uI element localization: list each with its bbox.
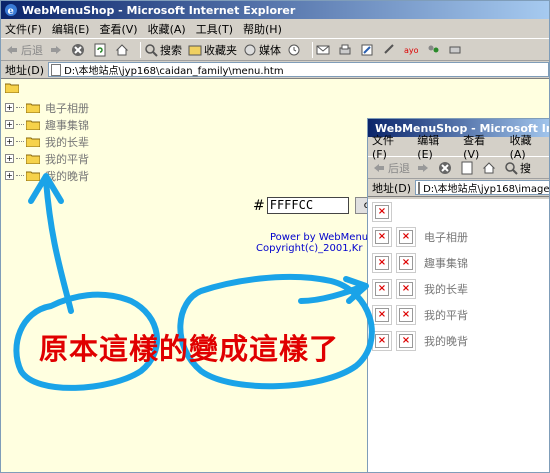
main-browser-window: e WebMenuShop - Microsoft Internet Explo… <box>0 0 550 473</box>
annotation-strokes <box>13 173 375 391</box>
annotation-caption: 原本這樣的變成這樣了 <box>39 332 340 366</box>
